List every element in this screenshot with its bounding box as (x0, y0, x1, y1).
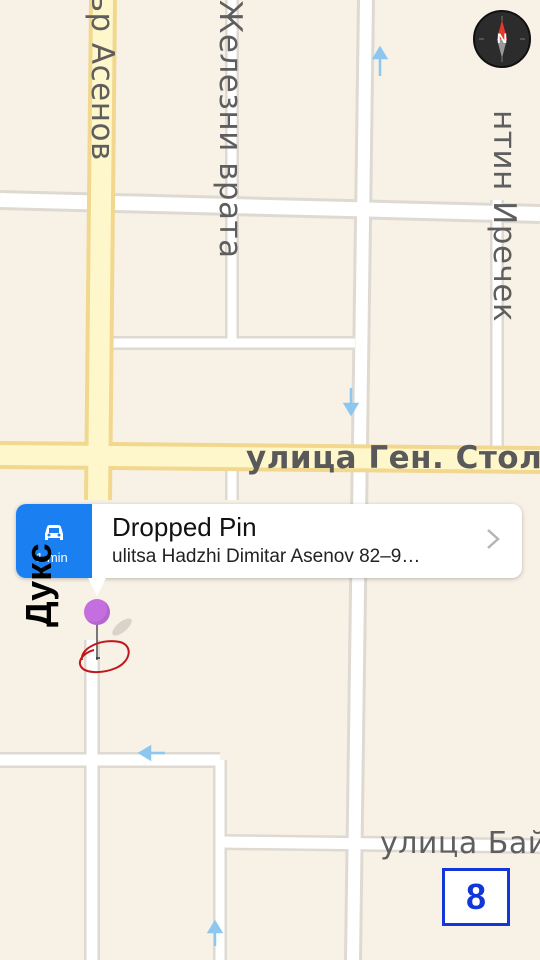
handwritten-circle-annotation (78, 640, 130, 674)
compass-button[interactable]: N (473, 10, 531, 68)
callout-pointer (88, 578, 106, 596)
dropped-pin-marker[interactable] (84, 599, 110, 625)
car-icon (45, 525, 63, 540)
map-view[interactable]: ър Асенов Железни врата нтин Иречек улиц… (0, 0, 540, 960)
street-label-zhelezni-vrata: Железни врата (212, 0, 248, 259)
road-network (0, 0, 540, 960)
chevron-right-icon[interactable] (486, 528, 500, 550)
page-number-badge: 8 (442, 868, 510, 926)
street-label-irechek: нтин Иречек (486, 110, 522, 323)
street-label-asenov: ър Асенов (84, 0, 120, 161)
handwritten-annotation-text: Дукс (18, 543, 59, 627)
dropped-pin-callout[interactable]: 1 min Dropped Pin ulitsa Hadzhi Dimitar … (16, 504, 522, 578)
compass-north-label: N (496, 30, 508, 46)
callout-title: Dropped Pin (112, 512, 257, 542)
callout-address: ulitsa Hadzhi Dimitar Asenov 82–9… (112, 546, 421, 567)
street-label-bay: улица Бай (380, 826, 540, 861)
street-label-stoletov: улица Ген. Столе (246, 440, 540, 476)
